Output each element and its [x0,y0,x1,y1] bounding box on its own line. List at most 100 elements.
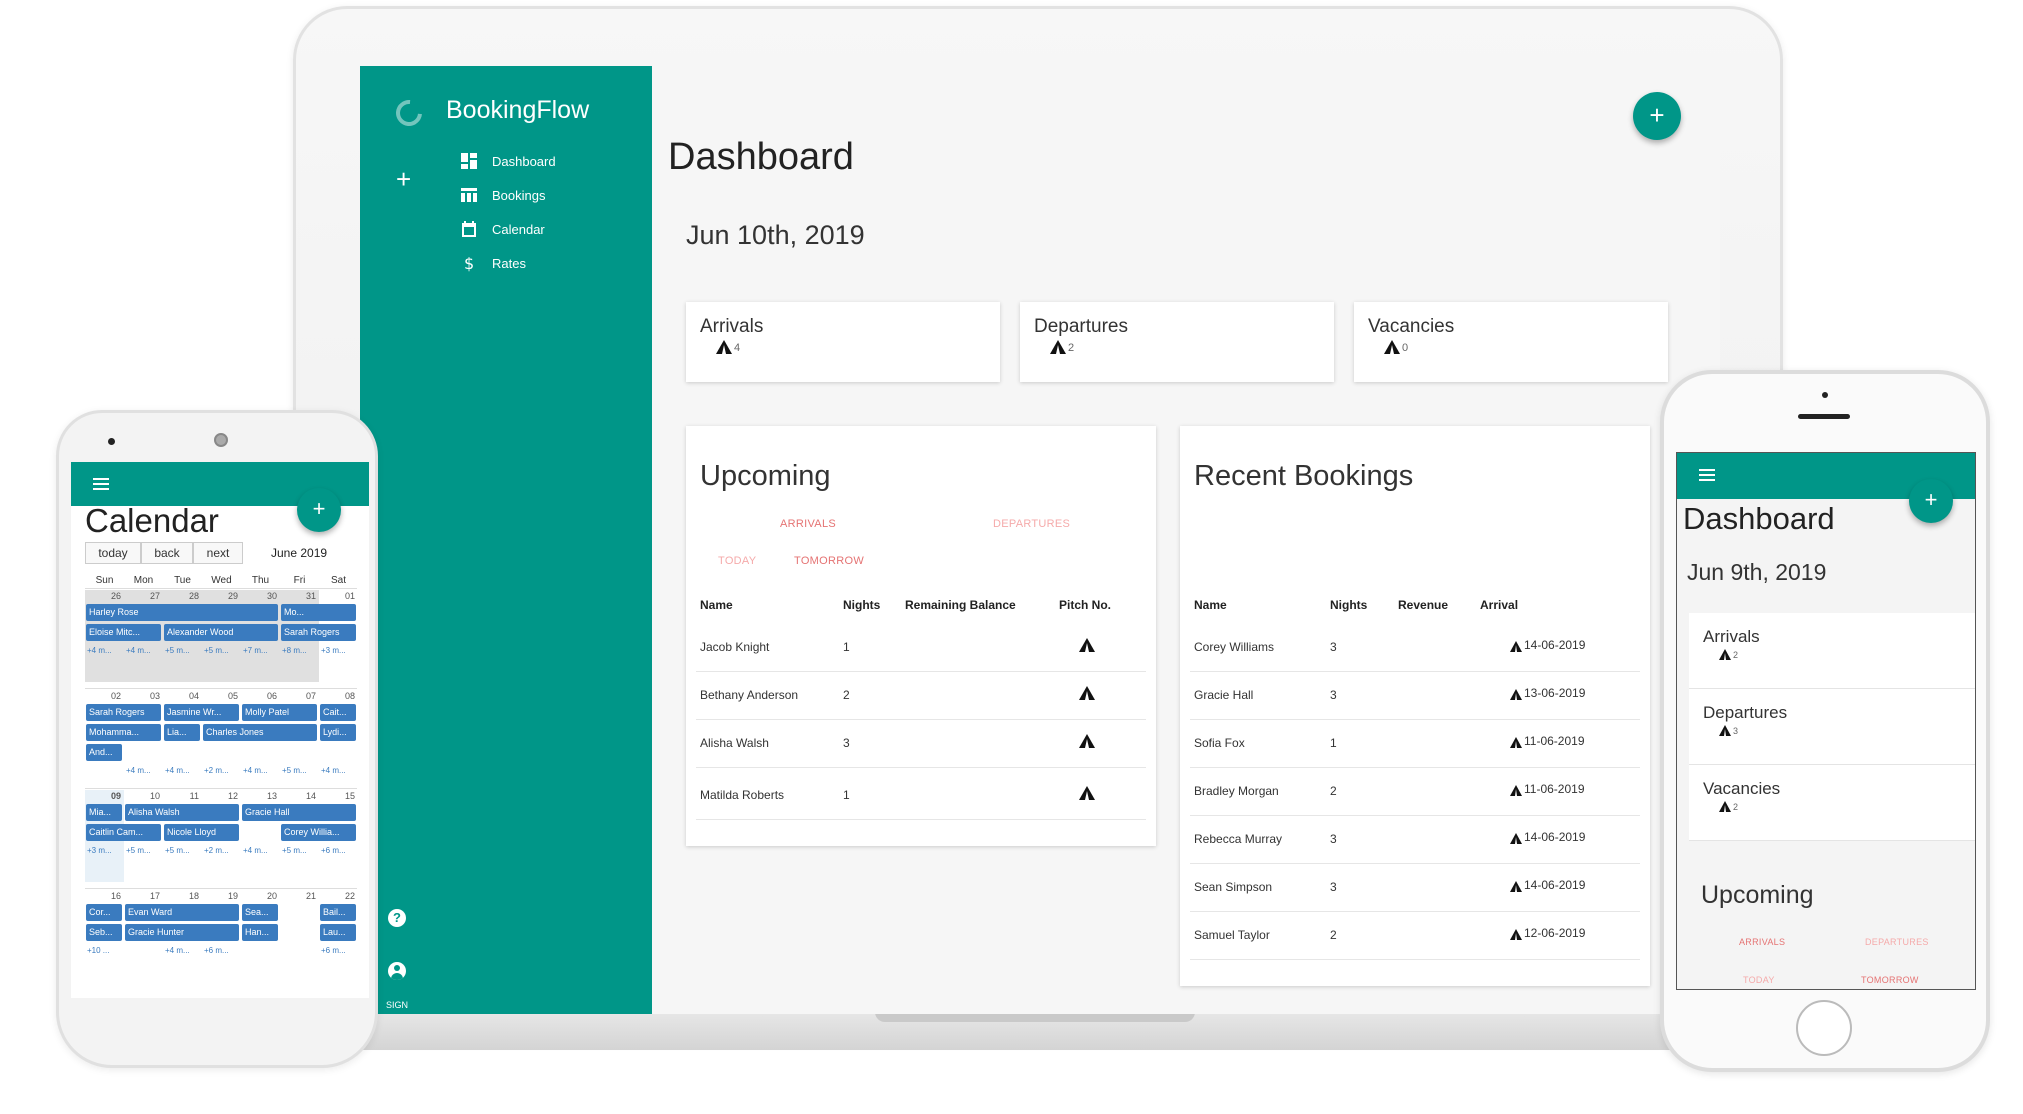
add-button[interactable]: + [1633,92,1681,140]
day-number[interactable]: 14 [280,791,316,801]
more-events-link[interactable]: +4 m... [87,646,112,655]
more-events-link[interactable]: +4 m... [243,846,268,855]
day-number[interactable]: 30 [241,591,277,601]
table-row[interactable]: Sean Simpson 3 14-06-2019 [1190,864,1640,912]
calendar-event[interactable]: Mohamma... [86,724,161,741]
calendar-event[interactable]: Han... [242,924,278,941]
day-number[interactable]: 19 [202,891,238,901]
table-row[interactable]: Samuel Taylor 2 12-06-2019 [1190,912,1640,960]
table-row[interactable]: Gracie Hall 3 13-06-2019 [1190,672,1640,720]
more-events-link[interactable]: +4 m... [126,646,151,655]
day-number[interactable]: 03 [124,691,160,701]
day-number[interactable]: 26 [85,591,121,601]
day-number[interactable]: 20 [241,891,277,901]
calendar-event[interactable]: Cait... [320,704,356,721]
today-button[interactable]: today [85,542,141,564]
calendar-event[interactable]: Gracie Hunter [125,924,239,941]
calendar-event[interactable]: Lau... [320,924,356,941]
day-number[interactable]: 13 [241,791,277,801]
calendar-event[interactable]: Sarah Rogers [86,704,161,721]
day-number[interactable]: 09 [85,791,121,801]
tab-arrivals[interactable]: ARRIVALS [1739,937,1785,947]
more-events-link[interactable]: +10 ... [87,946,109,955]
more-events-link[interactable]: +5 m... [204,646,229,655]
calendar-event[interactable]: Cor... [86,904,122,921]
table-row[interactable]: Bethany Anderson 2 [696,672,1146,720]
tab-tomorrow[interactable]: TOMORROW [794,555,864,567]
nav-calendar[interactable]: Calendar [460,216,545,242]
calendar-event[interactable]: Nicole Lloyd [164,824,239,841]
calendar-event[interactable]: Caitlin Cam... [86,824,161,841]
calendar-event[interactable]: Mia... [86,804,122,821]
calendar-event[interactable]: Evan Ward [125,904,239,921]
more-events-link[interactable]: +4 m... [126,766,151,775]
tab-today[interactable]: TODAY [1743,975,1775,985]
day-number[interactable]: 08 [319,691,355,701]
more-events-link[interactable]: +8 m... [282,646,307,655]
day-number[interactable]: 07 [280,691,316,701]
calendar-event[interactable]: Lia... [164,724,200,741]
more-events-link[interactable]: +2 m... [204,766,229,775]
day-number[interactable]: 21 [280,891,316,901]
day-number[interactable]: 10 [124,791,160,801]
add-button[interactable]: + [1909,479,1953,523]
day-number[interactable]: 27 [124,591,160,601]
stat-card-vacancies[interactable]: Vacancies 0 [1354,302,1668,382]
calendar-event[interactable]: Molly Patel [242,704,317,721]
calendar-event[interactable]: Jasmine Wr... [164,704,239,721]
sign-out-label[interactable]: SIGN [386,1000,408,1010]
more-events-link[interactable]: +6 m... [321,846,346,855]
add-button[interactable]: + [297,488,341,532]
stat-card-departures[interactable]: Departures 2 [1020,302,1334,382]
table-row[interactable]: Alisha Walsh 3 [696,720,1146,768]
back-button[interactable]: back [141,542,193,564]
help-icon[interactable]: ? [388,909,406,927]
table-row[interactable]: Bradley Morgan 2 11-06-2019 [1190,768,1640,816]
next-button[interactable]: next [193,542,243,564]
day-number[interactable]: 06 [241,691,277,701]
more-events-link[interactable]: +3 m... [87,846,112,855]
day-number[interactable]: 28 [163,591,199,601]
more-events-link[interactable]: +5 m... [165,846,190,855]
menu-icon[interactable] [93,478,109,490]
stat-card-arrivals[interactable]: Arrivals 2 [1689,613,1975,689]
day-number[interactable]: 22 [319,891,355,901]
day-number[interactable]: 15 [319,791,355,801]
stat-card-vacancies[interactable]: Vacancies 2 [1689,765,1975,841]
table-row[interactable]: Sofia Fox 1 11-06-2019 [1190,720,1640,768]
more-events-link[interactable]: +5 m... [165,646,190,655]
more-events-link[interactable]: +4 m... [165,766,190,775]
tab-tomorrow[interactable]: TOMORROW [1861,975,1919,985]
more-events-link[interactable]: +5 m... [282,766,307,775]
calendar-event[interactable]: Harley Rose [86,604,278,621]
add-icon[interactable]: + [396,166,411,192]
calendar-event[interactable]: Lydi... [320,724,356,741]
calendar-event[interactable]: Sea... [242,904,278,921]
tab-departures[interactable]: DEPARTURES [993,518,1070,530]
calendar-event[interactable]: Seb... [86,924,122,941]
day-number[interactable]: 04 [163,691,199,701]
more-events-link[interactable]: +3 m... [321,646,346,655]
day-number[interactable]: 17 [124,891,160,901]
more-events-link[interactable]: +4 m... [165,946,190,955]
more-events-link[interactable]: +6 m... [321,946,346,955]
calendar-event[interactable]: Mo... [281,604,356,621]
more-events-link[interactable]: +7 m... [243,646,268,655]
more-events-link[interactable]: +4 m... [321,766,346,775]
calendar-event[interactable]: Bail... [320,904,356,921]
nav-rates[interactable]: $ Rates [460,250,526,276]
more-events-link[interactable]: +6 m... [204,946,229,955]
day-number[interactable]: 01 [319,591,355,601]
day-number[interactable]: 18 [163,891,199,901]
calendar-event[interactable]: Charles Jones [203,724,317,741]
day-number[interactable]: 16 [85,891,121,901]
tab-arrivals[interactable]: ARRIVALS [780,518,836,530]
calendar-event[interactable]: Eloise Mitc... [86,624,161,641]
account-icon[interactable] [388,962,406,980]
tab-today[interactable]: TODAY [718,555,756,567]
iphone-home-button[interactable] [1796,1000,1852,1056]
nav-bookings[interactable]: Bookings [460,182,545,208]
table-row[interactable]: Jacob Knight 1 [696,624,1146,672]
calendar-event[interactable]: Corey Willia... [281,824,356,841]
calendar-event[interactable]: And... [86,744,122,761]
